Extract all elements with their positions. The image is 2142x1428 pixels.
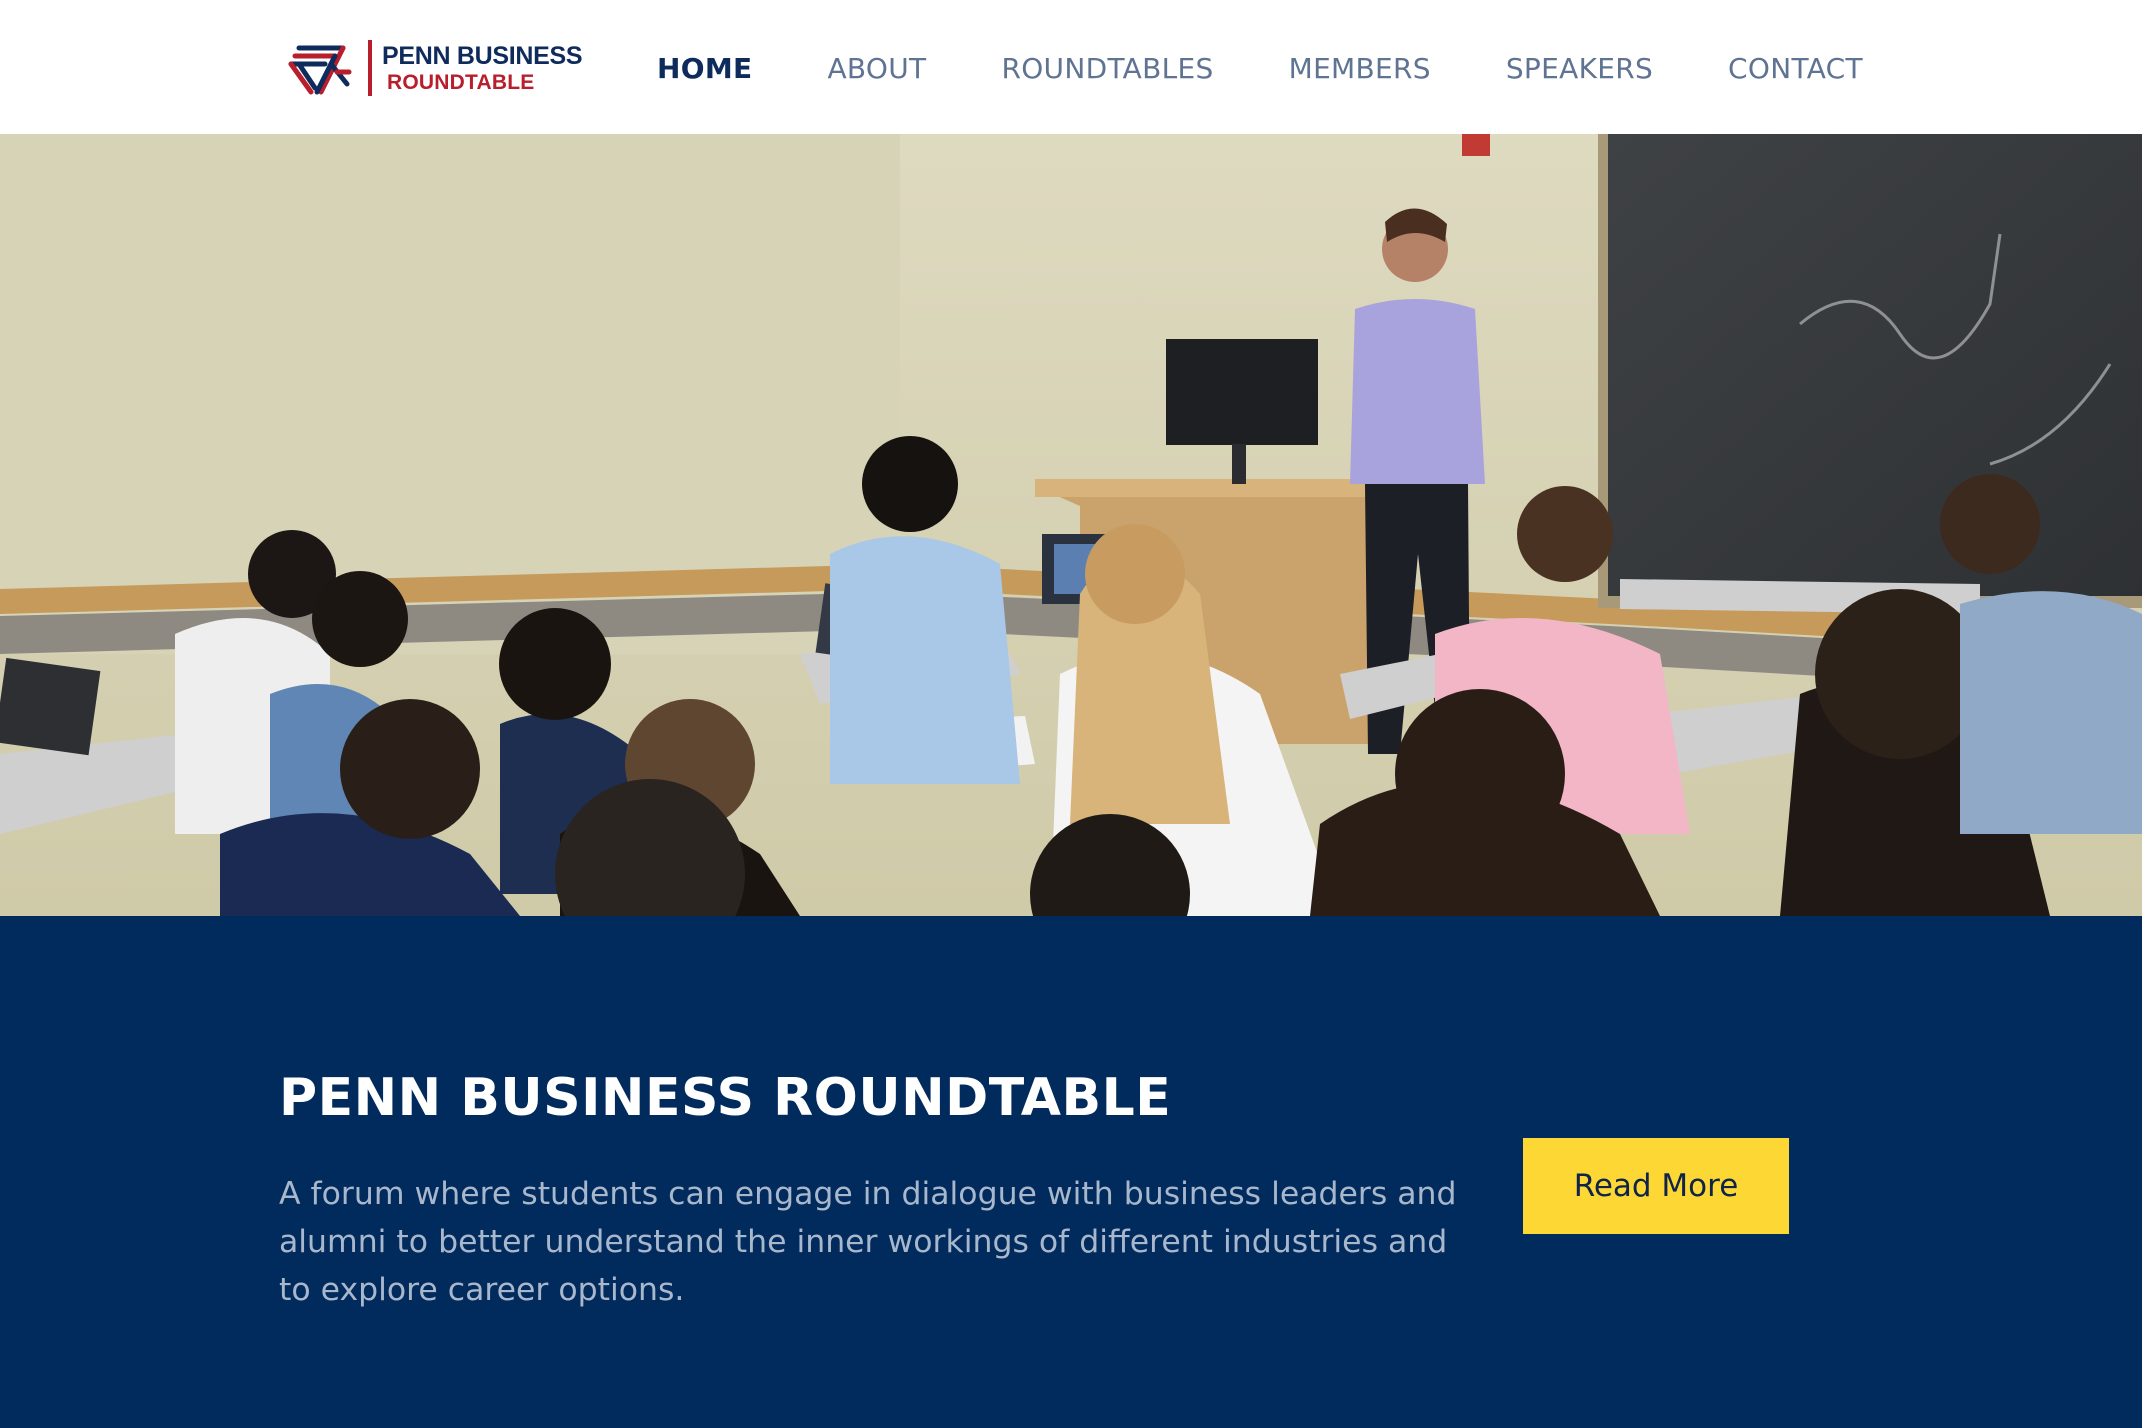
- hero-image: [0, 134, 2142, 916]
- site-logo[interactable]: PENN BUSINESS ROUNDTABLE: [285, 34, 583, 100]
- intro-banner: PENN BUSINESS ROUNDTABLE A forum where s…: [0, 916, 2142, 1428]
- nav-item-about[interactable]: ABOUT: [827, 52, 926, 85]
- banner-title: PENN BUSINESS ROUNDTABLE: [279, 1068, 1172, 1128]
- logo-text-line1: PENN BUSINESS: [382, 42, 583, 70]
- classroom-photo: [0, 134, 2142, 916]
- nav-item-contact[interactable]: CONTACT: [1728, 52, 1863, 85]
- logo-triangle-icon: [288, 45, 352, 95]
- nav-item-roundtables[interactable]: ROUNDTABLES: [1001, 52, 1213, 85]
- main-nav: HOME ABOUT ROUNDTABLES MEMBERS SPEAKERS …: [657, 48, 1863, 88]
- nav-item-members[interactable]: MEMBERS: [1289, 52, 1431, 85]
- read-more-button[interactable]: Read More: [1523, 1138, 1789, 1234]
- nav-item-speakers[interactable]: SPEAKERS: [1506, 52, 1653, 85]
- logo-text-line2: ROUNDTABLE: [387, 71, 535, 94]
- banner-description: A forum where students can engage in dia…: [279, 1176, 1457, 1308]
- nav-item-home[interactable]: HOME: [657, 52, 752, 85]
- logo-divider: [368, 40, 372, 96]
- site-header: PENN BUSINESS ROUNDTABLE HOME ABOUT ROUN…: [0, 0, 2142, 134]
